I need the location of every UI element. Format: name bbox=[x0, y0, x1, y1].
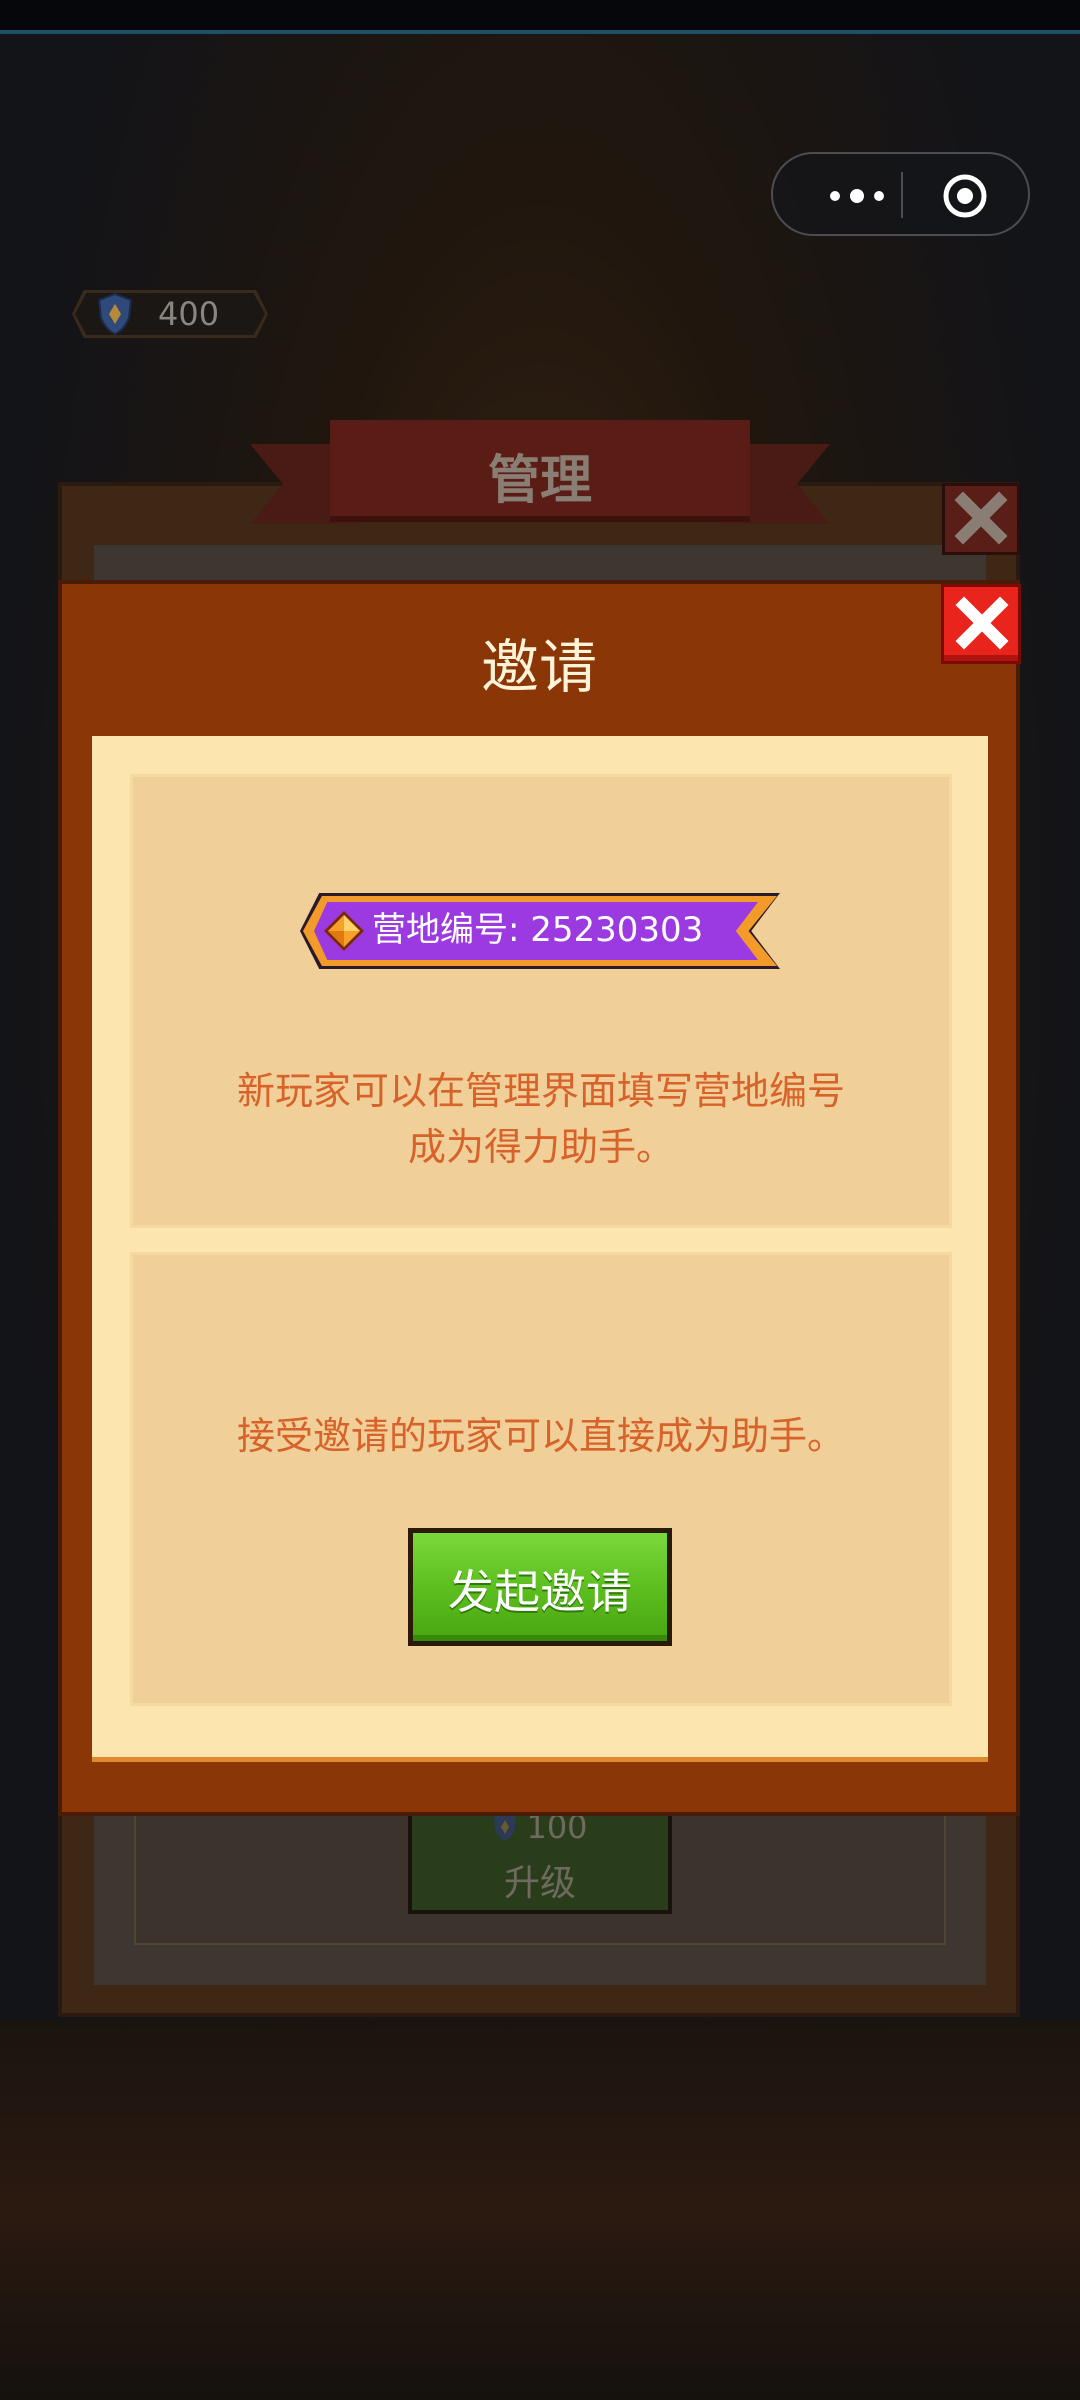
close-icon bbox=[955, 596, 1009, 650]
close-miniprogram-icon[interactable] bbox=[943, 174, 987, 218]
close-icon bbox=[954, 491, 1008, 545]
invite-dialog-title: 邀请 bbox=[480, 633, 597, 701]
camp-id-description-line1: 新玩家可以在管理界面填写营地编号 bbox=[236, 1069, 845, 1113]
currency-value: 400 bbox=[158, 295, 220, 333]
shield-coin-icon bbox=[97, 292, 133, 336]
send-invite-button[interactable]: 发起邀请 bbox=[408, 1528, 672, 1646]
camp-id-text: 营地编号: 25230303 bbox=[372, 910, 704, 950]
direct-invite-description: 接受邀请的玩家可以直接成为助手。 bbox=[236, 1414, 845, 1458]
capsule-divider bbox=[901, 172, 903, 218]
management-close-button[interactable] bbox=[942, 483, 1020, 555]
invite-close-button[interactable] bbox=[941, 584, 1021, 664]
miniprogram-capsule bbox=[771, 152, 1030, 236]
send-invite-label: 发起邀请 bbox=[448, 1565, 632, 1619]
shield-coin-icon bbox=[494, 1813, 517, 1841]
camp-id-ribbon: 营地编号: 25230303 bbox=[300, 893, 780, 969]
upgrade-label: 升级 bbox=[503, 1863, 576, 1904]
status-bar bbox=[0, 0, 1080, 34]
camp-id-description-line2: 成为得力助手。 bbox=[407, 1125, 674, 1169]
diamond-icon bbox=[324, 911, 364, 951]
currency-display: 400 bbox=[72, 290, 268, 338]
management-title: 管理 bbox=[487, 451, 592, 511]
scene-floor bbox=[0, 2020, 1080, 2400]
more-menu-icon[interactable] bbox=[811, 176, 903, 216]
camp-id-description: 新玩家可以在管理界面填写营地编号 成为得力助手。 bbox=[130, 1063, 952, 1175]
management-title-banner: 管理 bbox=[250, 420, 830, 535]
